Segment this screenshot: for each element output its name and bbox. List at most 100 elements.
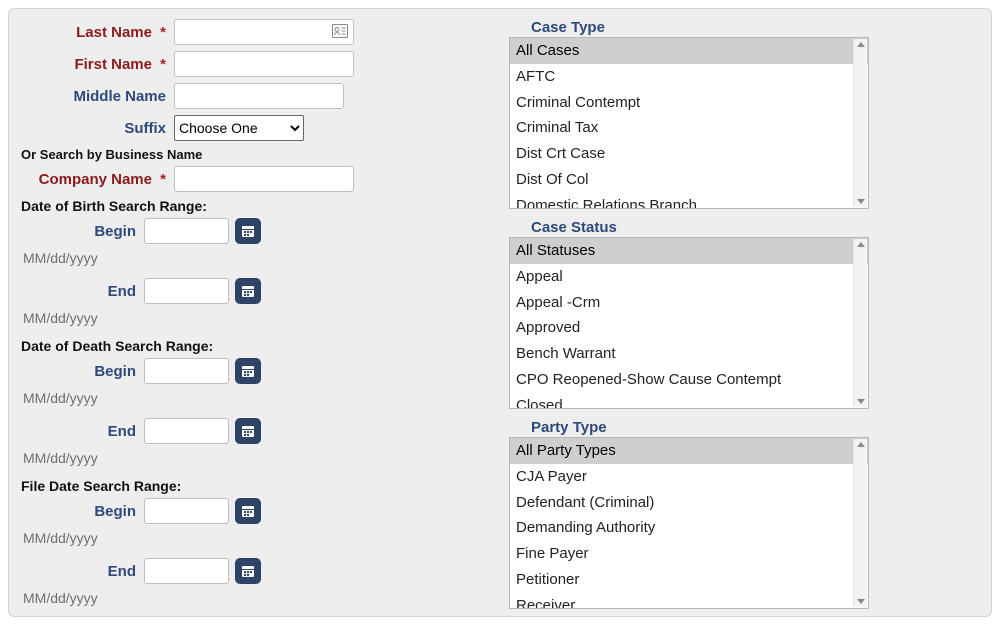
label-text-last-name: Last Name [76, 24, 152, 41]
form-columns: Last Name * First Name * Middle [19, 19, 981, 606]
first-name-input[interactable] [174, 51, 354, 77]
company-name-input[interactable] [174, 166, 354, 192]
label-first-name: First Name * [19, 56, 174, 73]
row-first-name: First Name * [19, 51, 489, 77]
list-item[interactable]: CJA Payer [510, 464, 868, 490]
scrollbar[interactable] [853, 439, 867, 607]
left-column: Last Name * First Name * Middle [19, 19, 489, 606]
dod-heading: Date of Death Search Range: [21, 338, 489, 354]
list-item[interactable]: Bench Warrant [510, 341, 868, 367]
label-suffix: Suffix [19, 120, 174, 137]
dod-end-calendar-button[interactable] [235, 418, 261, 444]
list-item[interactable]: All Party Types [510, 438, 868, 464]
last-name-input[interactable] [174, 19, 354, 45]
row-dob-end: End [19, 278, 489, 304]
list-item[interactable]: Criminal Contempt [510, 90, 868, 116]
party-type-listbox[interactable]: All Party TypesCJA PayerDefendant (Crimi… [509, 437, 869, 609]
dob-begin-calendar-button[interactable] [235, 218, 261, 244]
dob-heading: Date of Birth Search Range: [21, 198, 489, 214]
calendar-icon [241, 424, 255, 438]
dob-end-hint: MM/dd/yyyy [23, 310, 489, 326]
label-dob-end: End [19, 283, 144, 300]
party-type-title: Party Type [531, 419, 979, 436]
right-column: Case Type All CasesAFTCCriminal Contempt… [509, 19, 979, 606]
label-text-first-name: First Name [74, 56, 152, 73]
search-form-panel: Last Name * First Name * Middle [8, 8, 992, 617]
list-item[interactable]: Defendant (Criminal) [510, 490, 868, 516]
list-item[interactable]: AFTC [510, 64, 868, 90]
calendar-icon [241, 504, 255, 518]
file-begin-calendar-button[interactable] [235, 498, 261, 524]
or-search-by-business: Or Search by Business Name [21, 147, 489, 162]
label-file-begin: Begin [19, 503, 144, 520]
dob-end-calendar-button[interactable] [235, 278, 261, 304]
scrollbar[interactable] [853, 239, 867, 407]
scroll-up-icon [857, 442, 865, 447]
dob-begin-hint: MM/dd/yyyy [23, 250, 489, 266]
label-middle-name: Middle Name [19, 88, 174, 105]
label-file-end: End [19, 563, 144, 580]
row-middle-name: Middle Name [19, 83, 489, 109]
row-last-name: Last Name * [19, 19, 489, 45]
list-item[interactable]: All Cases [510, 38, 868, 64]
label-dod-begin: Begin [19, 363, 144, 380]
list-item[interactable]: Dist Of Col [510, 167, 868, 193]
list-item[interactable]: Criminal Tax [510, 115, 868, 141]
file-end-hint: MM/dd/yyyy [23, 590, 489, 606]
row-suffix: Suffix Choose One [19, 115, 489, 141]
dod-end-input[interactable] [144, 418, 229, 444]
calendar-icon [241, 284, 255, 298]
label-last-name: Last Name * [19, 24, 174, 41]
row-dod-begin: Begin [19, 358, 489, 384]
dod-begin-input[interactable] [144, 358, 229, 384]
scroll-up-icon [857, 42, 865, 47]
scroll-down-icon [857, 199, 865, 204]
file-begin-input[interactable] [144, 498, 229, 524]
label-dod-end: End [19, 423, 144, 440]
required-asterisk: * [156, 56, 166, 73]
scroll-down-icon [857, 599, 865, 604]
calendar-icon [241, 564, 255, 578]
dob-end-input[interactable] [144, 278, 229, 304]
row-dod-end: End [19, 418, 489, 444]
case-type-listbox[interactable]: All CasesAFTCCriminal ContemptCriminal T… [509, 37, 869, 209]
row-dob-begin: Begin [19, 218, 489, 244]
calendar-icon [241, 224, 255, 238]
file-end-input[interactable] [144, 558, 229, 584]
list-item[interactable]: Receiver [510, 593, 868, 610]
list-item[interactable]: CPO Reopened-Show Cause Contempt [510, 367, 868, 393]
list-item[interactable]: Closed [510, 393, 868, 410]
list-item[interactable]: Petitioner [510, 567, 868, 593]
file-begin-hint: MM/dd/yyyy [23, 530, 489, 546]
label-dob-begin: Begin [19, 223, 144, 240]
case-type-title: Case Type [531, 19, 979, 36]
list-item[interactable]: All Statuses [510, 238, 868, 264]
list-item[interactable]: Appeal [510, 264, 868, 290]
suffix-select[interactable]: Choose One [174, 115, 304, 141]
row-company-name: Company Name * [19, 166, 489, 192]
scrollbar[interactable] [853, 39, 867, 207]
dod-begin-calendar-button[interactable] [235, 358, 261, 384]
label-company-name: Company Name * [19, 171, 174, 188]
case-status-title: Case Status [531, 219, 979, 236]
label-text-company-name: Company Name [39, 171, 152, 188]
list-item[interactable]: Appeal -Crm [510, 290, 868, 316]
dob-begin-input[interactable] [144, 218, 229, 244]
scroll-up-icon [857, 242, 865, 247]
required-asterisk: * [156, 24, 166, 41]
party-type-group: Party Type All Party TypesCJA PayerDefen… [509, 419, 979, 609]
list-item[interactable]: Fine Payer [510, 541, 868, 567]
list-item[interactable]: Dist Crt Case [510, 141, 868, 167]
scroll-down-icon [857, 399, 865, 404]
middle-name-input[interactable] [174, 83, 344, 109]
file-date-heading: File Date Search Range: [21, 478, 489, 494]
case-type-group: Case Type All CasesAFTCCriminal Contempt… [509, 19, 979, 209]
calendar-icon [241, 364, 255, 378]
file-end-calendar-button[interactable] [235, 558, 261, 584]
list-item[interactable]: Demanding Authority [510, 515, 868, 541]
row-file-end: End [19, 558, 489, 584]
case-status-group: Case Status All StatusesAppealAppeal -Cr… [509, 219, 979, 409]
list-item[interactable]: Domestic Relations Branch [510, 193, 868, 210]
case-status-listbox[interactable]: All StatusesAppealAppeal -CrmApprovedBen… [509, 237, 869, 409]
list-item[interactable]: Approved [510, 315, 868, 341]
